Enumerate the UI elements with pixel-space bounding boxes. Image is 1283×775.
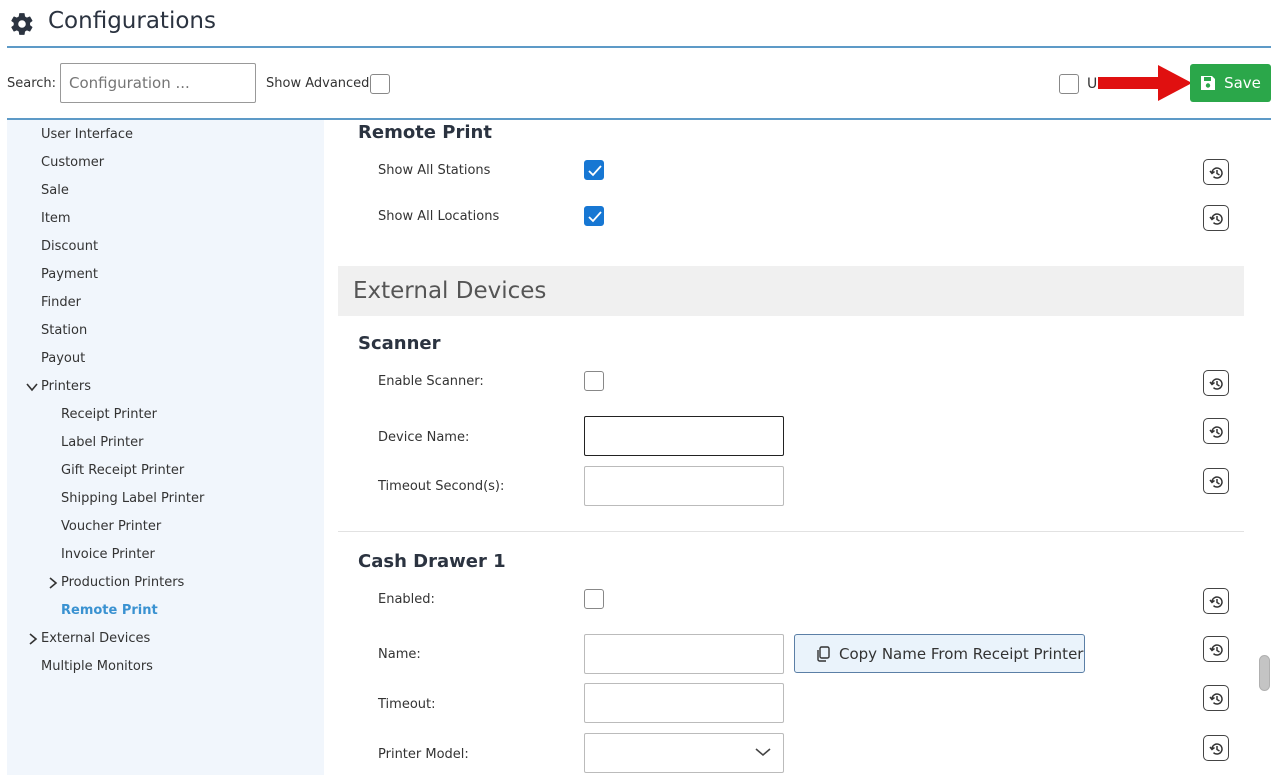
history-icon <box>1209 378 1223 390</box>
chevron-right-icon[interactable] <box>27 633 39 645</box>
enabled-checkbox[interactable] <box>584 589 604 609</box>
chevron-right-icon[interactable] <box>47 577 59 589</box>
reset-history-button[interactable] <box>1203 205 1229 231</box>
checkmark-icon <box>588 211 602 223</box>
show-all-stations-label: Show All Stations <box>378 163 491 178</box>
annotation-arrow-icon <box>1098 65 1192 101</box>
history-icon <box>1209 476 1223 488</box>
device-name-input[interactable] <box>584 416 784 456</box>
show-all-stations-checkbox[interactable] <box>584 160 604 180</box>
section-header-external-devices: External Devices <box>338 266 1244 316</box>
floppy-disk-icon <box>1201 76 1216 90</box>
enable-scanner-label: Enable Scanner: <box>378 374 484 389</box>
enabled-label: Enabled: <box>378 592 435 607</box>
name-input[interactable] <box>584 634 784 674</box>
copy-name-button[interactable]: Copy Name From Receipt Printer <box>794 634 1085 673</box>
name-label: Name: <box>378 647 421 662</box>
sidebar-item-finder[interactable]: Finder <box>41 295 81 310</box>
show-all-locations-label: Show All Locations <box>378 209 500 224</box>
reset-history-button[interactable] <box>1203 588 1229 614</box>
page-title: Configurations <box>48 8 216 34</box>
sidebar-item-receipt-printer[interactable]: Receipt Printer <box>61 407 157 422</box>
sidebar-item-payment[interactable]: Payment <box>41 267 98 282</box>
history-icon <box>1209 644 1223 656</box>
history-icon <box>1209 596 1223 608</box>
section-divider <box>338 531 1244 532</box>
section-title-remote-print: Remote Print <box>358 122 492 143</box>
scrollbar-thumb[interactable] <box>1259 655 1270 691</box>
reset-history-button[interactable] <box>1203 685 1229 711</box>
show-advanced-checkbox[interactable] <box>370 74 390 94</box>
copy-name-button-label: Copy Name From Receipt Printer <box>839 644 1084 663</box>
checkmark-icon <box>588 165 602 177</box>
sidebar-item-sale[interactable]: Sale <box>41 183 69 198</box>
show-all-locations-checkbox[interactable] <box>584 206 604 226</box>
history-icon <box>1209 693 1223 705</box>
sidebar-item-label-printer[interactable]: Label Printer <box>61 435 143 450</box>
sidebar-item-station[interactable]: Station <box>41 323 87 338</box>
chevron-down-icon <box>755 748 771 757</box>
enable-scanner-checkbox[interactable] <box>584 371 604 391</box>
sidebar-item-customer[interactable]: Customer <box>41 155 104 170</box>
search-input[interactable] <box>60 63 256 103</box>
reset-history-button[interactable] <box>1203 735 1229 761</box>
gear-icon <box>11 13 33 35</box>
reset-history-button[interactable] <box>1203 370 1229 396</box>
sidebar-item-discount[interactable]: Discount <box>41 239 98 254</box>
timeout-label: Timeout: <box>378 697 436 712</box>
section-title-cash-drawer: Cash Drawer 1 <box>358 551 506 572</box>
save-button-label: Save <box>1224 74 1261 92</box>
printer-model-select[interactable] <box>584 733 784 773</box>
timeout-seconds-label: Timeout Second(s): <box>378 479 505 494</box>
sidebar-item-invoice-printer[interactable]: Invoice Printer <box>61 547 155 562</box>
history-icon <box>1209 426 1223 438</box>
sidebar-item-voucher-printer[interactable]: Voucher Printer <box>61 519 161 534</box>
printer-model-label: Printer Model: <box>378 747 469 762</box>
external-devices-heading: External Devices <box>353 278 547 304</box>
search-label: Search: <box>7 76 57 91</box>
sidebar-item-printers[interactable]: Printers <box>41 379 91 394</box>
sidebar-item-payout[interactable]: Payout <box>41 351 85 366</box>
sidebar-item-gift-receipt-printer[interactable]: Gift Receipt Printer <box>61 463 184 478</box>
sidebar-item-external-devices[interactable]: External Devices <box>41 631 150 646</box>
save-button[interactable]: Save <box>1190 64 1271 102</box>
page-header: Configurations <box>0 0 1283 48</box>
reset-history-button[interactable] <box>1203 418 1229 444</box>
header-divider <box>7 46 1271 48</box>
history-icon <box>1209 167 1223 179</box>
section-title-scanner: Scanner <box>358 333 441 354</box>
device-name-label: Device Name: <box>378 430 470 445</box>
sidebar-item-production-printers[interactable]: Production Printers <box>61 575 184 590</box>
u-label: U <box>1087 76 1098 92</box>
sidebar-item-multiple-monitors[interactable]: Multiple Monitors <box>41 659 153 674</box>
chevron-down-icon[interactable] <box>26 381 38 393</box>
u-checkbox[interactable] <box>1059 74 1079 94</box>
reset-history-button[interactable] <box>1203 636 1229 662</box>
reset-history-button[interactable] <box>1203 159 1229 185</box>
history-icon <box>1209 743 1223 755</box>
sidebar-item-remote-print[interactable]: Remote Print <box>61 603 158 618</box>
sidebar-item-user-interface[interactable]: User Interface <box>41 127 133 142</box>
copy-icon <box>817 645 830 662</box>
history-icon <box>1209 213 1223 225</box>
reset-history-button[interactable] <box>1203 468 1229 494</box>
sidebar-item-item[interactable]: Item <box>41 211 71 226</box>
show-advanced-label: Show Advanced <box>266 76 370 91</box>
timeout-seconds-input[interactable] <box>584 466 784 506</box>
sidebar-item-shipping-label-printer[interactable]: Shipping Label Printer <box>61 491 204 506</box>
timeout-input[interactable] <box>584 683 784 723</box>
